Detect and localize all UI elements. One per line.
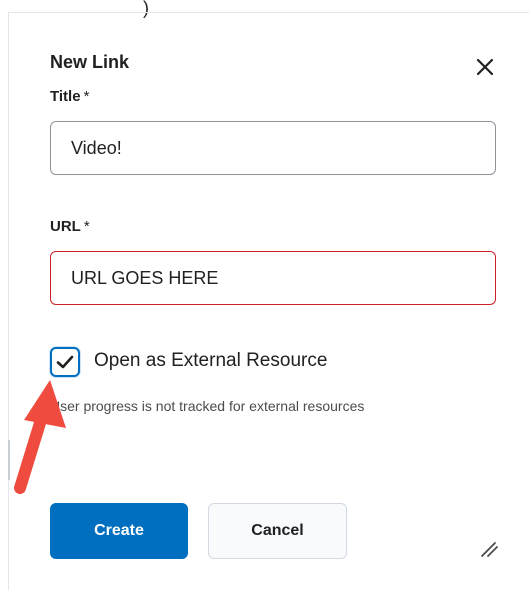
resize-handle-icon — [481, 542, 498, 557]
title-required-mark: * — [83, 88, 90, 105]
external-resource-label[interactable]: Open as External Resource — [94, 350, 327, 372]
title-input[interactable] — [50, 121, 496, 175]
url-label-text: URL — [50, 218, 81, 235]
close-icon — [476, 58, 494, 76]
clipped-glyph: ) — [143, 0, 149, 18]
title-label: Title * — [50, 88, 89, 105]
url-input[interactable] — [50, 251, 496, 305]
cancel-button[interactable]: Cancel — [208, 503, 347, 559]
close-button[interactable] — [472, 54, 498, 80]
url-label: URL * — [50, 218, 90, 235]
red-arrow-annotation — [0, 372, 70, 499]
resize-handle[interactable] — [478, 537, 500, 564]
panel-top-border — [8, 12, 529, 13]
dialog-title: New Link — [50, 52, 130, 72]
panel-left-border — [8, 12, 9, 590]
external-resource-helper-text: User progress is not tracked for externa… — [50, 398, 365, 414]
title-label-text: Title — [50, 88, 81, 105]
url-required-mark: * — [83, 218, 90, 235]
create-button[interactable]: Create — [50, 503, 188, 559]
